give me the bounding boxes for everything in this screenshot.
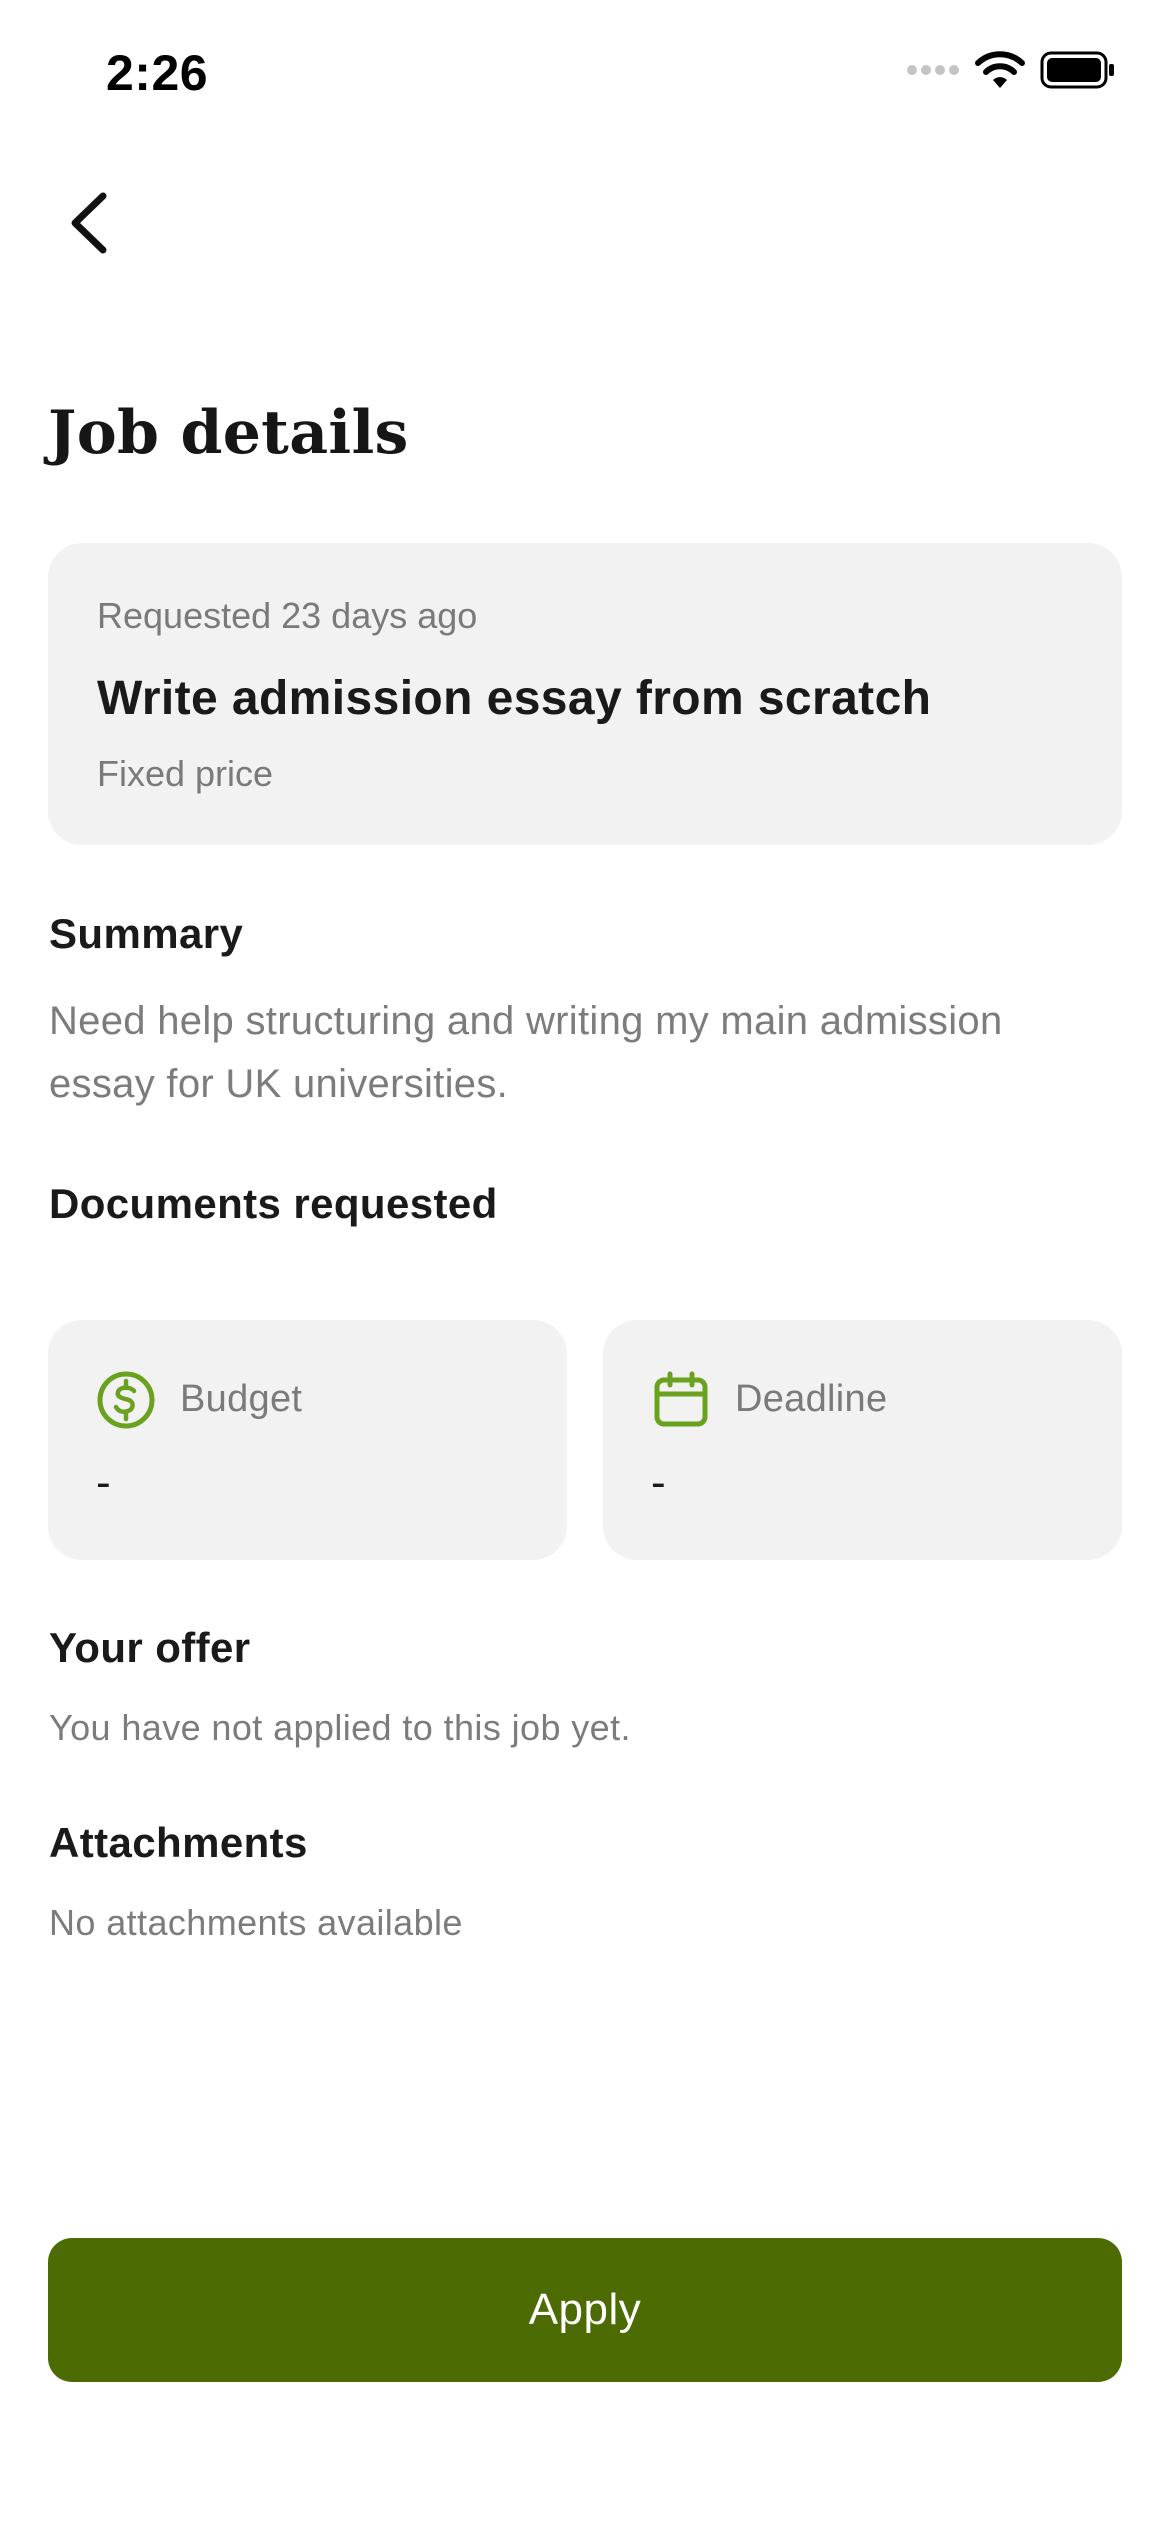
budget-label: Budget [180, 1378, 303, 1420]
attachments-heading: Attachments [49, 1819, 308, 1866]
summary-text: Need help structuring and writing my mai… [49, 999, 1003, 1106]
signal-dots-icon [906, 62, 960, 83]
offer-text: You have not applied to this job yet. [49, 1707, 631, 1748]
page-title: Job details [48, 398, 409, 468]
battery-icon [1040, 51, 1116, 94]
budget-card: Budget - [48, 1320, 567, 1560]
documents-heading: Documents requested [49, 1180, 498, 1227]
offer-heading: Your offer [49, 1624, 251, 1671]
back-button[interactable] [48, 180, 128, 270]
attachments-text: No attachments available [49, 1902, 463, 1943]
apply-button[interactable]: Apply [48, 2238, 1122, 2382]
pricing-type: Fixed price [97, 753, 274, 794]
deadline-card: Deadline - [603, 1320, 1122, 1560]
requested-time: Requested 23 days ago [97, 595, 478, 636]
summary-heading: Summary [49, 910, 244, 957]
deadline-label: Deadline [735, 1378, 888, 1420]
budget-value: - [96, 1458, 111, 1507]
chevron-left-icon [65, 190, 111, 261]
wifi-icon [974, 50, 1026, 95]
dollar-circle-icon [96, 1370, 156, 1430]
status-icons [906, 50, 1116, 95]
deadline-value: - [651, 1458, 666, 1507]
job-title: Write admission essay from scratch [97, 672, 932, 725]
calendar-icon [651, 1370, 711, 1430]
status-time: 2:26 [106, 45, 209, 101]
job-summary-card: Requested 23 days ago Write admission es… [48, 543, 1122, 845]
